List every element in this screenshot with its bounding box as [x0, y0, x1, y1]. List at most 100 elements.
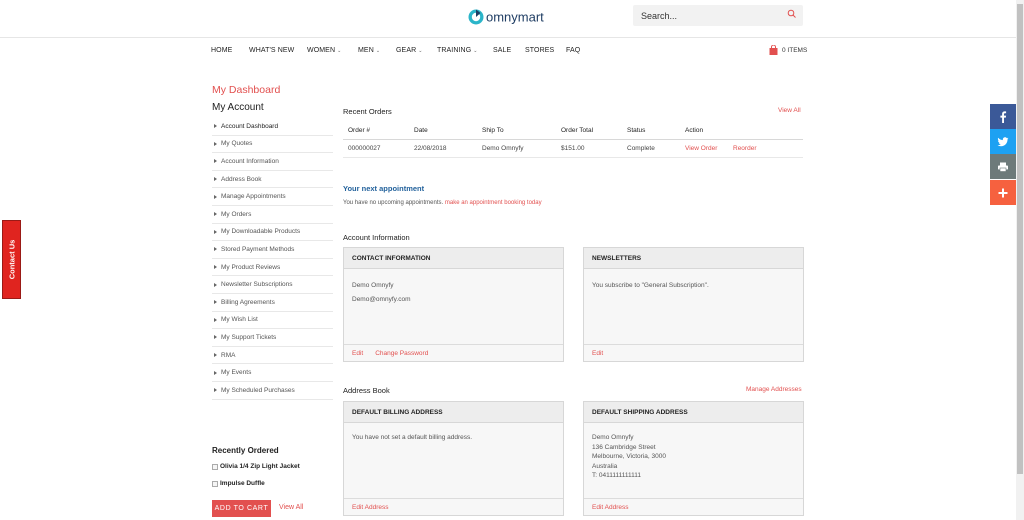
address-book-title: Address Book [343, 386, 390, 395]
chevron-down-icon: ⌄ [473, 48, 478, 54]
edit-contact-link[interactable]: Edit [352, 350, 363, 357]
sidebar-item-support-tickets[interactable]: My Support Tickets [212, 329, 333, 347]
scrollbar-thumb[interactable] [1017, 4, 1023, 474]
sidebar-item-rma[interactable]: RMA [212, 347, 333, 365]
sidebar-item-newsletter-subscriptions[interactable]: Newsletter Subscriptions [212, 276, 333, 294]
site-header: omnymart [0, 0, 1016, 38]
nav-training[interactable]: TRAINING ⌄ [437, 47, 478, 54]
recent-item-link[interactable]: Impulse Duffle [220, 480, 265, 487]
box-footer: Edit Address [584, 498, 803, 515]
chevron-down-icon: ⌄ [337, 48, 342, 54]
caret-right-icon [214, 282, 217, 287]
view-order-link[interactable]: View Order [685, 145, 717, 152]
caret-right-icon [214, 388, 217, 393]
edit-billing-address-link[interactable]: Edit Address [352, 504, 389, 511]
manage-addresses-link[interactable]: Manage Addresses [746, 386, 802, 393]
appointment-text: You have no upcoming appointments. make … [343, 200, 542, 206]
page-scrollbar[interactable] [1016, 0, 1024, 520]
nav-home[interactable]: HOME [211, 47, 232, 54]
omnymart-logo[interactable]: omnymart [467, 6, 549, 28]
box-heading: CONTACT INFORMATION [344, 248, 563, 269]
nav-men[interactable]: MEN ⌄ [358, 47, 380, 54]
caret-right-icon [214, 317, 217, 322]
sidebar-item-downloadable-products[interactable]: My Downloadable Products [212, 224, 333, 242]
shopping-bag-icon [769, 45, 778, 55]
print-icon [998, 162, 1008, 172]
account-heading: My Account [212, 102, 264, 113]
edit-shipping-address-link[interactable]: Edit Address [592, 504, 629, 511]
table-header: Order # Date Ship To Order Total Status … [343, 122, 803, 140]
search-icon[interactable] [787, 9, 797, 19]
add-to-cart-button[interactable]: ADD TO CART [212, 500, 271, 517]
caret-right-icon [214, 370, 217, 375]
change-password-link[interactable]: Change Password [375, 350, 428, 357]
account-info-title: Account Information [343, 233, 410, 242]
checkbox[interactable] [212, 463, 218, 470]
column-header: Action [685, 127, 704, 134]
box-heading: NEWSLETTERS [584, 248, 803, 269]
cart-button[interactable]: 0 ITEMS [769, 44, 807, 56]
caret-right-icon [214, 159, 217, 164]
nav-gear[interactable]: GEAR ⌄ [396, 47, 423, 54]
caret-right-icon [214, 229, 217, 234]
recent-orders-title: Recent Orders [343, 107, 392, 116]
sidebar-item-billing-agreements[interactable]: Billing Agreements [212, 294, 333, 312]
billing-address-text: You have not set a default billing addre… [352, 434, 473, 441]
book-appointment-link[interactable]: make an appointment booking today [445, 200, 542, 206]
column-header: Date [414, 127, 428, 134]
caret-right-icon [214, 124, 217, 129]
order-status: Complete [627, 145, 655, 152]
recently-ordered-title: Recently Ordered [212, 446, 279, 455]
sidebar-item-product-reviews[interactable]: My Product Reviews [212, 259, 333, 277]
sidebar-item-wish-list[interactable]: My Wish List [212, 312, 333, 330]
plus-icon [998, 188, 1008, 197]
nav-stores[interactable]: STORES [525, 47, 554, 54]
sidebar-item-my-events[interactable]: My Events [212, 364, 333, 382]
search-box[interactable] [633, 5, 803, 26]
caret-right-icon [214, 177, 217, 182]
edit-newsletter-link[interactable]: Edit [592, 350, 603, 357]
twitter-share-button[interactable] [990, 129, 1016, 154]
sidebar-item-stored-payment-methods[interactable]: Stored Payment Methods [212, 241, 333, 259]
newsletters-box: NEWSLETTERS You subscribe to "General Su… [583, 247, 804, 362]
sidebar-item-account-dashboard[interactable]: Account Dashboard [212, 118, 333, 136]
print-button[interactable] [990, 154, 1016, 179]
reorder-link[interactable]: Reorder [733, 145, 756, 152]
sidebar-item-address-book[interactable]: Address Book [212, 171, 333, 189]
address-line: Demo Omnyfy [592, 434, 634, 441]
twitter-icon [997, 136, 1009, 146]
facebook-share-button[interactable] [990, 104, 1016, 129]
box-footer: Edit Change Password [344, 344, 563, 361]
column-header: Order Total [561, 127, 594, 134]
sidebar-item-manage-appointments[interactable]: Manage Appointments [212, 188, 333, 206]
sidebar-item-my-orders[interactable]: My Orders [212, 206, 333, 224]
recent-view-all-link[interactable]: View All [279, 504, 303, 511]
cart-count: 0 ITEMS [782, 46, 808, 54]
order-ship-to: Demo Omnyfy [482, 145, 524, 152]
billing-address-box: DEFAULT BILLING ADDRESS You have not set… [343, 401, 564, 516]
search-input[interactable] [633, 5, 783, 26]
nav-women[interactable]: WOMEN ⌄ [307, 47, 341, 54]
nav-faq[interactable]: FAQ [566, 47, 580, 54]
sidebar-item-scheduled-purchases[interactable]: My Scheduled Purchases [212, 382, 333, 400]
orders-view-all-link[interactable]: View All [778, 107, 801, 114]
account-sidebar: Account Dashboard My Quotes Account Info… [212, 118, 333, 400]
nav-sale[interactable]: SALE [493, 47, 511, 54]
address-line: Melbourne, Victoria, 3000 [592, 453, 666, 460]
sidebar-item-my-quotes[interactable]: My Quotes [212, 136, 333, 154]
contact-us-tab[interactable]: Contact Us [2, 220, 21, 299]
box-heading: DEFAULT SHIPPING ADDRESS [584, 402, 803, 423]
nav-whats-new[interactable]: WHAT'S NEW [249, 47, 294, 54]
checkbox[interactable] [212, 480, 218, 487]
more-share-button[interactable] [990, 180, 1016, 205]
contact-email: Demo@omnyfy.com [352, 296, 411, 303]
newsletter-text: You subscribe to "General Subscription". [592, 282, 709, 289]
recent-item: Olivia 1/4 Zip Light Jacket [212, 463, 300, 470]
address-line: T: 0411111111111 [592, 472, 642, 479]
column-header: Ship To [482, 127, 504, 134]
recent-item-link[interactable]: Olivia 1/4 Zip Light Jacket [220, 463, 300, 470]
sidebar-item-account-information[interactable]: Account Information [212, 153, 333, 171]
caret-right-icon [214, 141, 217, 146]
chevron-down-icon: ⌄ [375, 48, 381, 54]
column-header: Order # [348, 127, 371, 134]
